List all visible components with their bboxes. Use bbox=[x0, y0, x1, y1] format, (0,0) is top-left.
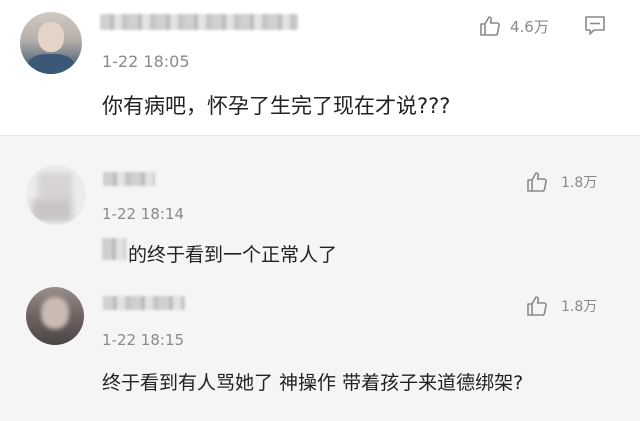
mention-blurred bbox=[102, 238, 126, 260]
reply-timestamp: 1-22 18:15 bbox=[102, 331, 185, 349]
username-blurred[interactable] bbox=[103, 172, 155, 186]
avatar-face bbox=[38, 22, 64, 52]
thumbs-up-icon bbox=[480, 16, 500, 36]
reply-text: 终于看到有人骂她了 神操作 带着孩子来道德绑架? bbox=[102, 372, 524, 394]
like-button[interactable]: 1.8万 bbox=[525, 294, 597, 318]
avatar-body bbox=[28, 54, 74, 74]
like-count: 1.8万 bbox=[561, 299, 598, 315]
avatar-blur bbox=[32, 199, 72, 221]
username-blurred[interactable] bbox=[103, 296, 185, 310]
comment-text: 你有病吧，怀孕了生完了现在才说??? bbox=[102, 94, 451, 118]
thumbs-up-icon bbox=[527, 172, 547, 192]
like-button[interactable]: 1.8万 bbox=[525, 170, 597, 194]
reply-button[interactable] bbox=[583, 13, 607, 37]
avatar-face bbox=[41, 297, 69, 329]
username-blurred[interactable] bbox=[100, 14, 298, 30]
avatar[interactable] bbox=[26, 287, 84, 345]
like-count: 1.8万 bbox=[561, 175, 598, 191]
like-button[interactable]: 4.6万 bbox=[478, 14, 549, 38]
thumbs-up-icon bbox=[527, 296, 547, 316]
reply-timestamp: 1-22 18:14 bbox=[102, 205, 185, 223]
avatar-blur bbox=[38, 173, 72, 201]
avatar[interactable] bbox=[26, 165, 86, 225]
like-count: 4.6万 bbox=[510, 17, 549, 36]
comment-timestamp: 1-22 18:05 bbox=[102, 52, 190, 71]
comment-icon bbox=[585, 16, 605, 35]
reply-text: 的终于看到一个正常人了 bbox=[128, 244, 338, 266]
avatar[interactable] bbox=[20, 12, 82, 74]
